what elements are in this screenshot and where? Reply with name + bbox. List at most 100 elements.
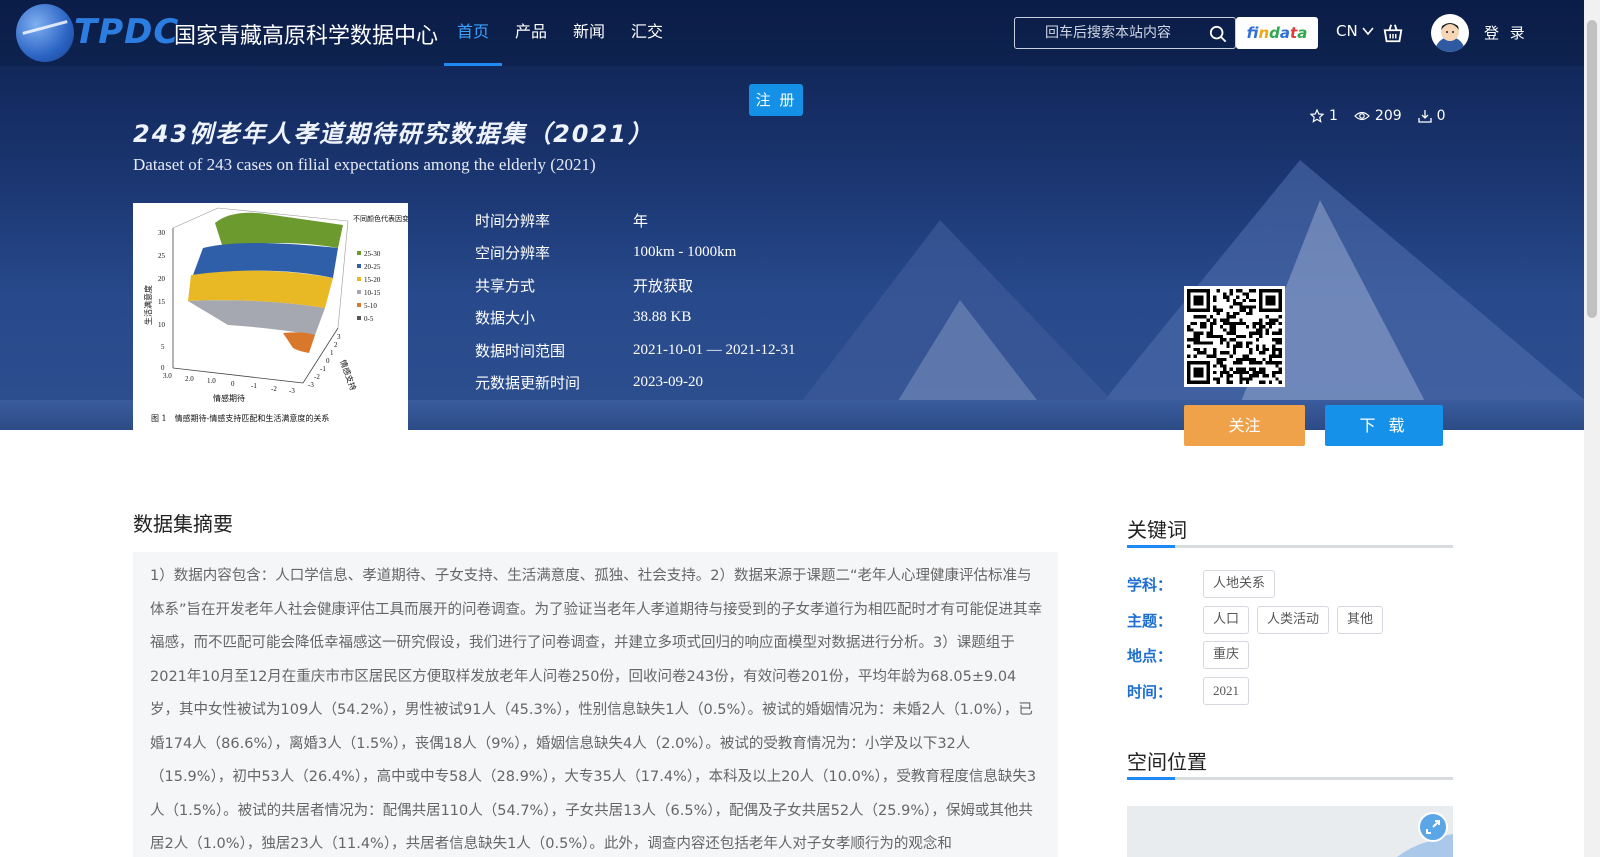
meta-row: 时间分辨率 年 bbox=[475, 204, 795, 237]
cart-icon[interactable] bbox=[1382, 22, 1404, 44]
meta-label: 空间分辨率 bbox=[475, 244, 551, 263]
findata-letter: f bbox=[1246, 24, 1259, 42]
meta-label: 共享方式 bbox=[475, 276, 536, 295]
thumb-z-tick: -3 bbox=[308, 381, 314, 389]
keyword-tag[interactable]: 人口 bbox=[1203, 606, 1250, 634]
location-map[interactable] bbox=[1127, 806, 1453, 857]
thumb-x-tick: -2 bbox=[271, 385, 277, 393]
meta-label: 元数据更新时间 bbox=[475, 374, 581, 393]
thumb-z-tick: 3 bbox=[337, 333, 341, 341]
user-avatar-icon bbox=[1435, 23, 1465, 52]
expand-map-icon[interactable] bbox=[1418, 812, 1448, 842]
thumb-legend-item: 0-5 bbox=[364, 315, 374, 323]
download-icon bbox=[1418, 110, 1432, 123]
meta-row: 元数据更新时间 2023-09-20 bbox=[475, 367, 795, 400]
thumb-xlabel: 情感期待 bbox=[213, 393, 245, 403]
findata-letter: n bbox=[1258, 24, 1270, 42]
thumb-legend-item: 20-25 bbox=[364, 263, 381, 271]
keyword-tag[interactable]: 其他 bbox=[1337, 606, 1384, 634]
meta-label: 数据时间范围 bbox=[475, 341, 566, 360]
keyword-tag[interactable]: 人类活动 bbox=[1257, 606, 1330, 634]
findata-button[interactable]: findata bbox=[1236, 17, 1318, 49]
qr-code bbox=[1184, 286, 1285, 387]
meta-value: 38.88 KB bbox=[633, 309, 692, 326]
thumb-x-tick: -1 bbox=[251, 382, 257, 390]
eye-icon bbox=[1354, 111, 1370, 121]
keyword-tag[interactable]: 人地关系 bbox=[1203, 570, 1276, 598]
nav-item-home[interactable]: 首页 bbox=[444, 0, 503, 66]
thumb-y-tick: 0 bbox=[161, 364, 165, 372]
stars-stat[interactable]: 1 bbox=[1310, 108, 1338, 124]
abstract-text: 1）数据内容包含：人口学信息、孝道期待、子女支持、生活满意度、孤独、社会支持。2… bbox=[133, 552, 1058, 857]
language-selector[interactable]: CN bbox=[1336, 22, 1375, 40]
register-button[interactable]: 注 册 bbox=[749, 84, 803, 116]
thumb-legend-item: 25-30 bbox=[364, 250, 381, 258]
meta-value: 年 bbox=[633, 213, 649, 230]
thumb-z-tick: -2 bbox=[314, 373, 320, 381]
thumb-z-tick: 0 bbox=[326, 357, 330, 365]
download-button[interactable]: 下 载 bbox=[1325, 405, 1443, 446]
response-surface-figure: 不同颜色代表因变量范围 25-30 20-25 15-20 10-15 5-10… bbox=[143, 207, 408, 423]
abstract-title: 数据集摘要 bbox=[133, 512, 233, 536]
search-box bbox=[1014, 17, 1236, 49]
downloads-stat: 0 bbox=[1418, 108, 1446, 124]
thumb-y-tick: 30 bbox=[158, 229, 166, 237]
nav-item-news[interactable]: 新闻 bbox=[560, 0, 618, 66]
keyword-tag[interactable]: 重庆 bbox=[1203, 641, 1250, 669]
meta-label: 数据大小 bbox=[475, 309, 536, 328]
stars-count: 1 bbox=[1329, 108, 1338, 124]
nav-item-products[interactable]: 产品 bbox=[502, 0, 560, 66]
thumb-y-tick: 15 bbox=[158, 298, 166, 306]
thumb-legend-item: 15-20 bbox=[364, 276, 381, 284]
thumb-y-tick: 5 bbox=[161, 343, 165, 351]
meta-row: 数据时间范围 2021-10-01 — 2021-12-31 bbox=[475, 334, 795, 367]
views-stat: 209 bbox=[1354, 108, 1402, 124]
keyword-tag[interactable]: 2021 bbox=[1203, 677, 1249, 705]
thumb-ylabel: 生活满意度 bbox=[143, 285, 153, 325]
keywords-divider bbox=[1127, 545, 1453, 548]
thumb-legend-item: 5-10 bbox=[364, 302, 377, 310]
qr-code-icon bbox=[1187, 289, 1282, 384]
keyword-label: 学科： bbox=[1127, 575, 1173, 594]
logo-text[interactable]: TPDC bbox=[74, 12, 179, 52]
meta-row: 数据大小 38.88 KB bbox=[475, 302, 795, 335]
follow-button[interactable]: 关注 bbox=[1184, 405, 1305, 446]
meta-value: 100km - 1000km bbox=[633, 244, 737, 261]
logo-globe-icon[interactable] bbox=[16, 4, 74, 62]
search-input[interactable] bbox=[1015, 18, 1205, 48]
star-icon bbox=[1310, 109, 1324, 123]
thumb-x-tick: 0 bbox=[231, 380, 235, 388]
location-title: 空间位置 bbox=[1127, 750, 1207, 774]
meta-row: 共享方式 开放获取 bbox=[475, 269, 795, 302]
site-name[interactable]: 国家青藏高原科学数据中心 bbox=[174, 18, 438, 50]
thumb-legend-title: 不同颜色代表因变量范围 bbox=[353, 214, 408, 223]
nav-item-submit[interactable]: 汇交 bbox=[618, 0, 676, 66]
thumb-y-tick: 25 bbox=[158, 252, 166, 260]
views-count: 209 bbox=[1374, 108, 1402, 124]
map-coastline bbox=[1397, 834, 1453, 857]
dataset-title-en: Dataset of 243 cases on filial expectati… bbox=[133, 155, 596, 174]
thumb-z-tick: 1 bbox=[330, 349, 334, 357]
language-label: CN bbox=[1336, 22, 1358, 40]
thumb-zlabel: 情感支持 bbox=[338, 358, 358, 391]
keyword-label: 主题： bbox=[1127, 611, 1173, 630]
thumb-x-tick: 1.0 bbox=[207, 377, 216, 385]
thumb-y-tick: 20 bbox=[158, 275, 166, 283]
thumb-caption: 图 1 情感期待-情感支持匹配和生活满意度的关系 bbox=[151, 413, 329, 423]
thumb-x-tick: 2.0 bbox=[185, 375, 194, 383]
thumb-z-tick: -1 bbox=[320, 365, 326, 373]
chevron-down-icon bbox=[1362, 27, 1375, 36]
thumb-y-tick: 10 bbox=[158, 321, 166, 329]
avatar[interactable] bbox=[1431, 14, 1469, 52]
metadata-table: 时间分辨率 年 空间分辨率 100km - 1000km 共享方式 开放获取 数… bbox=[475, 204, 795, 399]
login-link[interactable]: 登 录 bbox=[1484, 22, 1528, 43]
scrollbar-thumb[interactable] bbox=[1587, 20, 1597, 318]
dataset-stats: 1 209 0 bbox=[1310, 108, 1446, 124]
dataset-thumbnail[interactable]: 不同颜色代表因变量范围 25-30 20-25 15-20 10-15 5-10… bbox=[133, 203, 408, 430]
meta-value: 2021-10-01 — 2021-12-31 bbox=[633, 341, 796, 358]
search-icon[interactable] bbox=[1209, 25, 1227, 43]
thumb-x-tick: 3.0 bbox=[163, 372, 172, 380]
keyword-label: 时间： bbox=[1127, 682, 1173, 701]
keyword-row-theme: 主题： 人口 人类活动 其他 bbox=[1127, 606, 1384, 634]
keyword-row-time: 时间： 2021 bbox=[1127, 677, 1249, 705]
